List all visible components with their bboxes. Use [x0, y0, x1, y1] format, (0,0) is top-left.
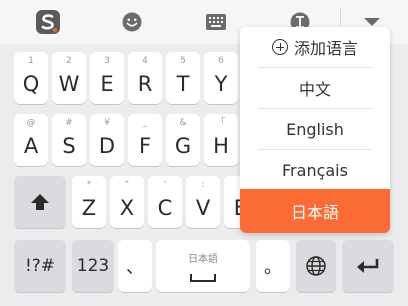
key-r[interactable]: 4 R: [128, 52, 162, 104]
key-c-label: C: [157, 196, 173, 220]
key-a-alt: @: [26, 118, 36, 128]
key-t-label: T: [176, 72, 190, 96]
key-z[interactable]: * Z: [72, 176, 106, 228]
key-e-alt: 3: [104, 56, 110, 66]
language-option-chinese[interactable]: 中文: [240, 68, 390, 108]
key-h-alt: 「: [216, 118, 226, 128]
key-e[interactable]: 3 E: [90, 52, 124, 104]
key-h-label: H: [213, 134, 229, 158]
sogou-logo-icon[interactable]: [24, 0, 72, 44]
period-key-label: 。: [264, 257, 282, 278]
language-option-japanese[interactable]: 日本語: [240, 189, 390, 233]
key-r-label: R: [137, 72, 153, 96]
key-s-alt: #: [65, 118, 73, 128]
key-y[interactable]: 6 Y: [204, 52, 238, 104]
key-f-label: F: [138, 134, 152, 158]
key-d[interactable]: ¥ D: [90, 114, 124, 166]
key-t[interactable]: 5 T: [166, 52, 200, 104]
comma-key-label: 、: [126, 257, 144, 278]
keyboard: 1 Q 2 W 3 E 4 R 5 T 6 Y @ A # S ¥ D _ F …: [0, 0, 408, 306]
space-key-label: 日本語: [188, 254, 218, 265]
key-q[interactable]: 1 Q: [14, 52, 48, 104]
add-circle-icon: [271, 39, 288, 55]
key-q-alt: 1: [28, 56, 34, 66]
key-z-alt: *: [86, 180, 92, 190]
language-option-french[interactable]: Français: [240, 150, 390, 190]
key-a-label: A: [23, 134, 39, 158]
numbers-key[interactable]: 123: [72, 240, 114, 292]
enter-icon: [342, 240, 394, 292]
symbols-key-label: !?#: [24, 256, 56, 276]
key-f[interactable]: _ F: [128, 114, 162, 166]
key-g[interactable]: & G: [166, 114, 200, 166]
add-language-item[interactable]: 添加语言: [240, 27, 390, 67]
key-w[interactable]: 2 W: [52, 52, 86, 104]
key-d-alt: ¥: [104, 118, 110, 128]
key-v-alt: :: [201, 180, 205, 190]
key-w-alt: 2: [66, 56, 72, 66]
key-q-label: Q: [22, 72, 40, 96]
key-x[interactable]: " X: [110, 176, 144, 228]
language-key[interactable]: [296, 240, 336, 292]
key-x-label: X: [119, 196, 135, 220]
enter-key[interactable]: [342, 240, 394, 292]
key-z-label: Z: [81, 196, 97, 220]
key-e-label: E: [100, 72, 114, 96]
key-s[interactable]: # S: [52, 114, 86, 166]
key-s-label: S: [62, 134, 76, 158]
key-a[interactable]: @ A: [14, 114, 48, 166]
emoji-icon[interactable]: [108, 0, 156, 44]
key-v-label: V: [195, 196, 211, 220]
key-f-alt: _: [142, 118, 148, 128]
key-x-alt: ": [124, 180, 130, 190]
numbers-key-label: 123: [76, 256, 110, 276]
comma-key[interactable]: 、: [118, 240, 152, 292]
key-y-label: Y: [214, 72, 228, 96]
key-v[interactable]: : V: [186, 176, 220, 228]
key-h[interactable]: 「 H: [204, 114, 238, 166]
key-r-alt: 4: [142, 56, 148, 66]
key-c[interactable]: ' C: [148, 176, 182, 228]
key-w-label: W: [58, 72, 80, 96]
space-icon: [190, 274, 216, 282]
language-option-english[interactable]: English: [240, 109, 390, 149]
add-language-label: 添加语言: [293, 39, 358, 58]
key-y-alt: 6: [218, 56, 224, 66]
period-key[interactable]: 。: [256, 240, 290, 292]
shift-key[interactable]: [14, 176, 66, 228]
language-menu: 添加语言 中文 English Français 日本語: [240, 27, 390, 233]
key-g-label: G: [174, 134, 192, 158]
space-key[interactable]: 日本語: [156, 240, 250, 292]
keyboard-icon[interactable]: [192, 0, 240, 44]
symbols-key[interactable]: !?#: [14, 240, 66, 292]
key-d-label: D: [98, 134, 116, 158]
shift-icon: [14, 176, 66, 228]
globe-icon: [296, 240, 336, 292]
key-g-alt: &: [179, 118, 187, 128]
key-t-alt: 5: [180, 56, 186, 66]
key-c-alt: ': [163, 180, 167, 190]
